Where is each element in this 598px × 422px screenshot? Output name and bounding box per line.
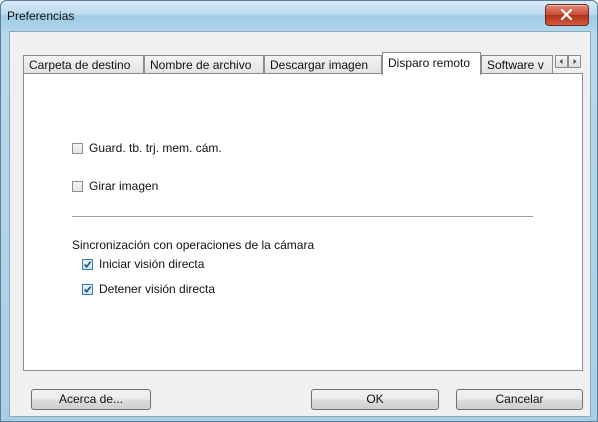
stop-live-view-checkbox[interactable] [82, 283, 93, 295]
arrow-left-icon [559, 59, 563, 64]
option-save-card[interactable]: Guard. tb. trj. mem. cám. [72, 141, 222, 155]
separator [72, 216, 533, 218]
tab-strip: Carpeta de destino Nombre de archivo Des… [23, 52, 583, 75]
dialog-body: Carpeta de destino Nombre de archivo Des… [9, 31, 591, 417]
save-card-checkbox[interactable] [72, 142, 83, 154]
stop-live-view-label: Detener visión directa [99, 282, 216, 296]
tab-panel-disparo-remoto: Guard. tb. trj. mem. cám. Girar imagen S… [23, 73, 583, 371]
window-title: Preferencias [7, 9, 75, 23]
cancel-button[interactable]: Cancelar [456, 389, 583, 410]
rotate-image-checkbox[interactable] [72, 180, 83, 192]
tab-software[interactable]: Software v [481, 55, 553, 74]
preferences-window: Preferencias Carpeta de destino Nombre d… [0, 0, 598, 422]
tab-scroll-left-button[interactable] [555, 55, 568, 68]
arrow-right-icon [573, 59, 577, 64]
rotate-image-label: Girar imagen [89, 179, 159, 193]
option-rotate[interactable]: Girar imagen [72, 179, 158, 193]
tab-carpeta-destino[interactable]: Carpeta de destino [23, 55, 144, 74]
checkmark-icon [83, 260, 92, 268]
save-card-label: Guard. tb. trj. mem. cám. [89, 141, 222, 155]
start-live-view-label: Iniciar visión directa [99, 257, 205, 271]
about-button[interactable]: Acerca de... [31, 389, 151, 410]
ok-button[interactable]: OK [311, 389, 439, 410]
tab-scroll-right-button[interactable] [568, 55, 581, 68]
checkmark-icon [83, 285, 92, 293]
option-stop-live-view[interactable]: Detener visión directa [82, 282, 215, 296]
tab-nombre-archivo[interactable]: Nombre de archivo [144, 55, 264, 74]
tab-descargar-imagen[interactable]: Descargar imagen [264, 55, 382, 74]
close-button[interactable] [545, 4, 589, 26]
title-bar[interactable]: Preferencias [1, 1, 597, 31]
close-icon [560, 9, 573, 21]
sync-heading: Sincronización con operaciones de la cám… [72, 238, 315, 252]
option-start-live-view[interactable]: Iniciar visión directa [82, 257, 204, 271]
start-live-view-checkbox[interactable] [82, 258, 93, 270]
tab-disparo-remoto[interactable]: Disparo remoto [382, 52, 481, 75]
